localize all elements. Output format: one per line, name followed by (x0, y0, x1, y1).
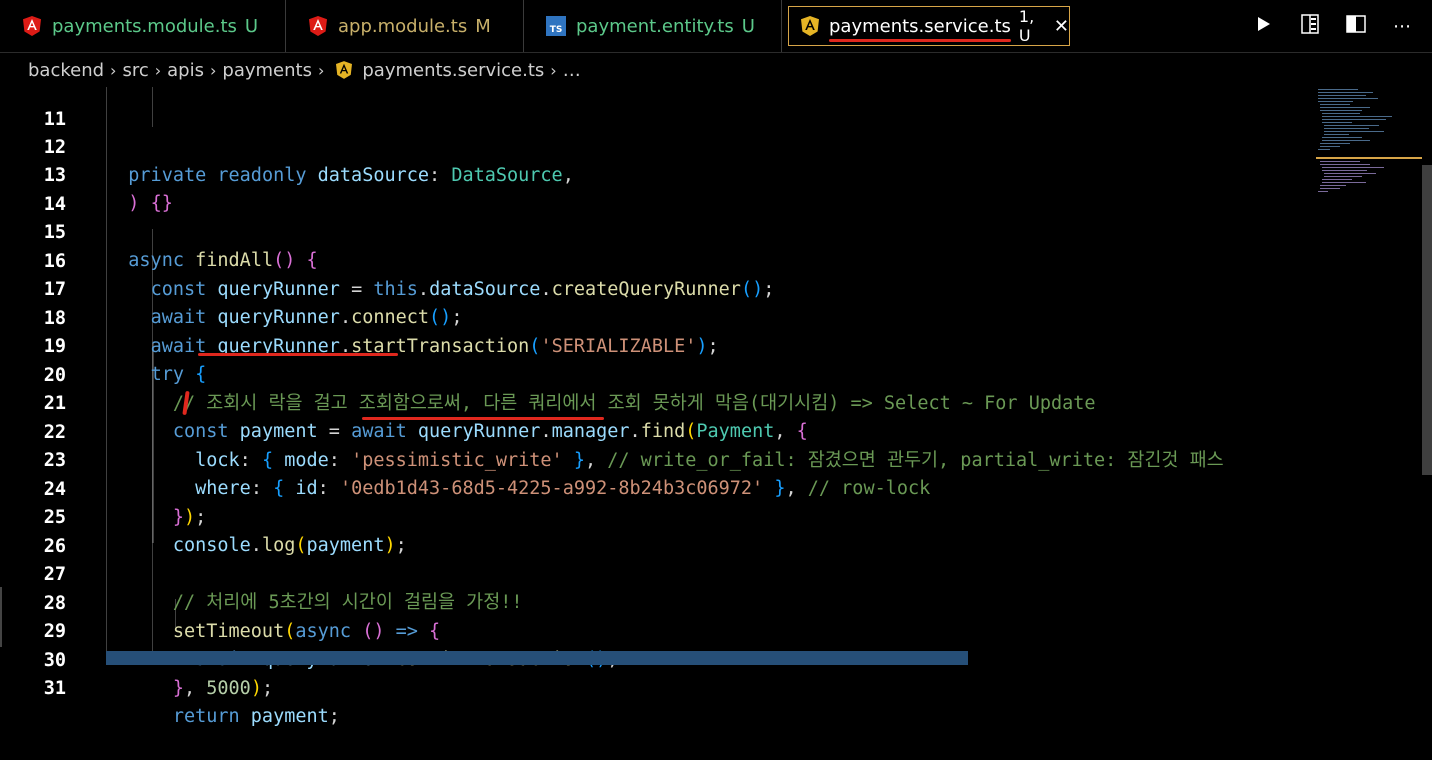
code-line: 18 await queryRunner.startTransaction('S… (0, 276, 719, 358)
breadcrumb-item[interactable]: payments.service.ts (362, 60, 544, 81)
code-line: 15 async findAll() { (0, 190, 318, 272)
chevron-right-icon: › (154, 60, 162, 80)
typescript-icon: TS (546, 16, 566, 36)
code-text: // 조회시 락을 걸고 조회함으로써, 다른 쿼리에서 조회 못하게 막음(대… (172, 393, 1096, 414)
annotation-underline (362, 417, 604, 420)
code-line: 17 await queryRunner.connect(); (0, 247, 463, 329)
code-line: 30 }, 5000); (0, 618, 273, 700)
angular-yellow-icon (336, 61, 353, 79)
breadcrumb-item[interactable]: … (563, 60, 581, 81)
code-line: 22 lock: { mode: 'pessimistic_write' }, … (0, 390, 1224, 472)
code-text: // 처리에 5초간의 시간이 걸림을 가정!! (172, 592, 523, 613)
tab-payment-entity[interactable]: TS payment.entity.ts U (524, 0, 782, 52)
chevron-right-icon: › (317, 60, 325, 80)
tab-payments-service[interactable]: payments.service.ts 1, U ✕ (788, 6, 1070, 46)
code-line: 19 try { (0, 304, 207, 386)
code-line: 24 }); (0, 447, 207, 529)
tab-app-module[interactable]: app.module.ts M (286, 0, 524, 52)
breadcrumb-item[interactable]: payments (222, 60, 312, 81)
code-text: const queryRunner = this.dataSource.crea… (150, 279, 775, 300)
angular-icon (22, 16, 42, 36)
tab-status: U (244, 15, 259, 37)
breadcrumb: backend › src › apis › payments › paymen… (0, 53, 1432, 87)
code-line: 27 // 처리에 5초간의 시간이 걸림을 가정!! (0, 532, 523, 614)
tab-label: payment.entity.ts (576, 15, 734, 37)
annotation-underline (198, 353, 398, 356)
code-line: 21 const payment = await queryRunner.man… (0, 361, 808, 443)
code-text: console.log(payment); (172, 535, 407, 556)
chevron-right-icon: › (209, 60, 217, 80)
code-line: 16 const queryRunner = this.dataSource.c… (0, 219, 775, 301)
tab-payments-module[interactable]: payments.module.ts U (0, 0, 286, 52)
code-text: async findAll() { (128, 250, 318, 271)
code-editor[interactable]: 11 12 private readonly dataSource: DataS… (0, 87, 1432, 727)
chevron-right-icon: › (110, 60, 117, 80)
tab-status: U (741, 15, 755, 37)
svg-text:TS: TS (550, 25, 563, 35)
tab-status: 1, U (1018, 7, 1035, 45)
close-icon[interactable]: ✕ (1054, 16, 1069, 37)
code-line: 23 where: { id: '0edb1d43-68d5-4225-a992… (0, 418, 931, 500)
line-number: 31 (43, 677, 66, 699)
code-text: ) {} (128, 193, 173, 214)
angular-icon (308, 16, 328, 36)
code-text: }, 5000); (172, 678, 274, 699)
vertical-scrollbar[interactable] (1422, 165, 1432, 475)
more-icon[interactable]: ⋯ (1392, 16, 1412, 37)
editor-actions: ⋯ (1254, 0, 1432, 52)
code-line: 29 await queryRunner.commitTransaction()… (0, 589, 619, 671)
code-line: 12 private readonly dataSource: DataSour… (0, 105, 574, 187)
code-text: await queryRunner.connect(); (150, 307, 463, 328)
tab-label: payments.service.ts (829, 15, 1011, 42)
angular-yellow-icon (801, 16, 819, 36)
code-line: 26 (0, 504, 66, 557)
code-line: 25 console.log(payment); (0, 475, 407, 557)
open-changes-icon[interactable] (1300, 13, 1320, 39)
indent-guide (152, 87, 153, 127)
run-icon[interactable] (1254, 16, 1274, 37)
tab-label: app.module.ts (338, 15, 468, 37)
minimap[interactable] (1316, 87, 1416, 207)
code-text: where: { id: '0edb1d43-68d5-4225-a992-8b… (195, 478, 931, 499)
chevron-right-icon: › (550, 60, 557, 80)
code-line: 14 (0, 162, 66, 215)
code-text: return payment; (172, 706, 340, 727)
breadcrumb-item[interactable]: src (122, 60, 148, 81)
code-line: 11 (0, 77, 66, 130)
code-line: 31 return payment; (0, 646, 340, 728)
code-text: }); (172, 507, 207, 528)
tab-bar: payments.module.ts U app.module.ts M TS … (0, 0, 1432, 53)
breadcrumb-item[interactable]: apis (167, 60, 204, 81)
split-editor-icon[interactable] (1346, 14, 1366, 38)
minimap-current-line (1316, 157, 1422, 159)
selection-highlight (106, 651, 968, 665)
tab-status: M (475, 15, 491, 37)
code-line: 28 setTimeout(async () => { (0, 561, 440, 643)
tab-label: payments.module.ts (52, 15, 237, 37)
code-line: 20 // 조회시 락을 걸고 조회함으로써, 다른 쿼리에서 조회 못하게 막… (0, 333, 1096, 415)
code-text: try { (150, 364, 207, 385)
code-text: await queryRunner.startTransaction('SERI… (150, 336, 719, 357)
code-text: lock: { mode: 'pessimistic_write' }, // … (195, 450, 1224, 471)
code-text: const payment = await queryRunner.manage… (172, 421, 808, 442)
code-text: private readonly dataSource: DataSource, (128, 165, 574, 186)
code-text: setTimeout(async () => { (172, 621, 441, 642)
code-line: 13 ) {} (0, 133, 173, 215)
